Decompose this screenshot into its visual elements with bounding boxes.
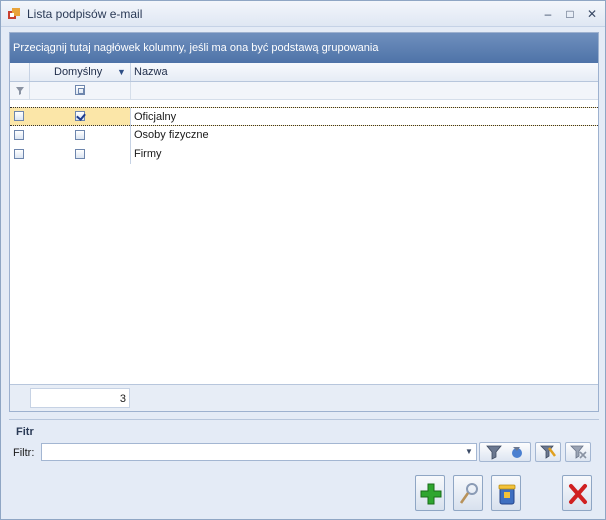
name-cell: Osoby fizyczne xyxy=(134,129,209,141)
default-cell[interactable] xyxy=(30,145,130,164)
row-select-cell[interactable] xyxy=(10,126,30,145)
row-count: 3 xyxy=(30,388,130,408)
funnel-icon xyxy=(486,445,502,460)
filter-cell-name[interactable] xyxy=(131,82,598,99)
name-cell-editor[interactable] xyxy=(131,108,598,125)
minimize-button[interactable]: – xyxy=(539,5,557,23)
clear-filter-button[interactable] xyxy=(565,442,591,462)
name-cell: Firmy xyxy=(134,148,162,160)
auto-filter-row xyxy=(10,82,598,100)
edit-button[interactable] xyxy=(453,475,483,511)
grid-footer: 3 xyxy=(10,384,598,411)
filter-row-indicator xyxy=(10,82,30,99)
edit-icon xyxy=(459,483,478,504)
row-select-checkbox[interactable] xyxy=(14,111,24,121)
add-button[interactable] xyxy=(415,475,445,511)
signatures-window: Lista podpisów e-mail – □ ✕ Przeciągnij … xyxy=(0,0,606,520)
filter-default-checkbox[interactable] xyxy=(75,85,85,95)
grid-rows: Oficjalny Osoby fizyczne Firmy xyxy=(10,107,598,164)
delete-button[interactable] xyxy=(491,475,521,511)
column-header-name-label: Nazwa xyxy=(134,66,168,78)
close-button[interactable] xyxy=(562,475,592,511)
default-cell[interactable] xyxy=(30,126,130,145)
funnel-magic-icon xyxy=(512,447,522,458)
window-title: Lista podpisów e-mail xyxy=(27,7,143,21)
column-header-name[interactable]: Nazwa xyxy=(131,63,598,81)
title-bar[interactable]: Lista podpisów e-mail – □ ✕ xyxy=(1,1,605,27)
row-select-checkbox[interactable] xyxy=(14,149,24,159)
table-row[interactable]: Oficjalny xyxy=(10,107,598,127)
header-select-cell xyxy=(10,63,30,81)
filter-row-funnel-icon xyxy=(16,87,24,95)
column-header-default-label: Domyślny xyxy=(54,66,103,78)
apply-filter-button[interactable] xyxy=(479,442,531,462)
trash-icon xyxy=(498,484,516,505)
name-cell: Oficjalny xyxy=(134,111,177,123)
table-row[interactable]: Osoby fizyczne xyxy=(10,126,598,145)
table-row[interactable]: Firmy xyxy=(10,145,598,164)
default-cell[interactable] xyxy=(30,108,130,127)
column-filter-icon[interactable]: ▼ xyxy=(117,63,126,81)
window-close-button[interactable]: ✕ xyxy=(583,5,601,23)
row-select-checkbox[interactable] xyxy=(14,130,24,140)
grid-header: Domyślny ▼ Nazwa xyxy=(10,63,598,82)
default-checkbox[interactable] xyxy=(75,130,85,140)
maximize-button[interactable]: □ xyxy=(561,5,579,23)
edit-filter-button[interactable] xyxy=(535,442,561,462)
filter-cell-default[interactable] xyxy=(30,82,131,99)
group-by-panel[interactable]: Przeciągnij tutaj nagłówek kolumny, jeśl… xyxy=(10,33,598,63)
column-header-default[interactable]: Domyślny ▼ xyxy=(30,63,131,81)
app-icon xyxy=(7,7,21,21)
filter-label: Filtr: xyxy=(13,447,35,459)
add-icon xyxy=(420,483,442,505)
chevron-down-icon[interactable]: ▼ xyxy=(462,444,476,460)
default-checkbox[interactable] xyxy=(75,111,85,121)
row-select-cell[interactable] xyxy=(10,108,30,127)
filter-input[interactable]: ▼ xyxy=(41,443,477,461)
row-select-cell[interactable] xyxy=(10,145,30,164)
group-by-hint: Przeciągnij tutaj nagłówek kolumny, jeśl… xyxy=(13,42,379,54)
filter-section-title: Fitr xyxy=(16,426,34,438)
signatures-grid: Przeciągnij tutaj nagłówek kolumny, jeśl… xyxy=(9,32,599,412)
default-checkbox[interactable] xyxy=(75,149,85,159)
funnel-edit-icon xyxy=(540,445,556,459)
funnel-clear-icon xyxy=(570,445,587,459)
close-icon xyxy=(569,484,587,504)
filter-section: Fitr Filtr: ▼ xyxy=(9,419,599,465)
